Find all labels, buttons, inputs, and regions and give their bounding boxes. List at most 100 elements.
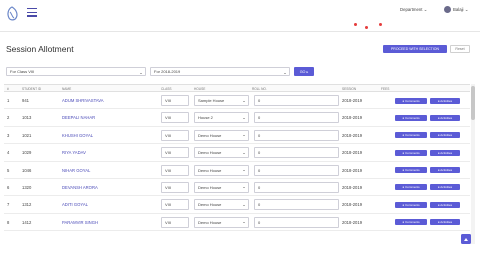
- class-field[interactable]: VIII: [161, 129, 189, 141]
- house-value: Demo House: [198, 184, 222, 190]
- table-row: 6 1320 DEVANSH ARORA VIII Demo House 0 2018-20…: [4, 179, 470, 197]
- house-select[interactable]: Demo House: [194, 129, 249, 141]
- roll-number-value: 0: [258, 202, 261, 208]
- activities-label: ● Activities: [437, 168, 453, 173]
- house-select[interactable]: House 2: [194, 112, 249, 124]
- app-logo-icon[interactable]: [5, 6, 19, 22]
- house-value: Demo House: [198, 167, 222, 173]
- house-select[interactable]: Sample House: [194, 95, 249, 106]
- roll-number-input[interactable]: 0: [254, 164, 339, 176]
- session-value: 2018-2019: [342, 132, 363, 138]
- house-select[interactable]: Demo House: [194, 216, 249, 228]
- student-id: 941: [22, 98, 29, 103]
- student-name-link[interactable]: ADUM SHRIVASTAVA: [62, 98, 104, 103]
- class-filter-select[interactable]: For Class VIII: [6, 67, 146, 76]
- activities-button[interactable]: ● Activities: [430, 114, 460, 121]
- activities-button[interactable]: ● Activities: [430, 219, 460, 226]
- house-value: Demo House: [198, 132, 222, 138]
- session-filter-select[interactable]: For 2018-2019: [150, 67, 290, 76]
- activities-button[interactable]: ● Activities: [430, 132, 460, 139]
- class-field[interactable]: VIII: [161, 164, 189, 176]
- student-id: 1021: [22, 132, 32, 138]
- column-header: SESSION: [342, 87, 357, 91]
- department-label: Department: [400, 7, 423, 12]
- class-field[interactable]: VIII: [161, 181, 189, 193]
- comments-button[interactable]: ● Comments: [395, 149, 427, 156]
- class-value: VIII: [165, 167, 172, 173]
- activities-button[interactable]: ● Activities: [430, 97, 460, 104]
- roll-number-value: 0: [258, 167, 261, 173]
- house-value: Demo House: [198, 219, 222, 225]
- house-select[interactable]: Demo House: [194, 147, 249, 159]
- column-header: STUDENT ID: [22, 87, 42, 91]
- student-name-link[interactable]: DEEPALI NAHAR: [62, 115, 95, 120]
- user-menu[interactable]: Balaji ⌄: [453, 7, 468, 13]
- comments-button[interactable]: ● Comments: [395, 132, 427, 139]
- house-select[interactable]: Demo House: [194, 181, 249, 193]
- student-name-link[interactable]: NIHAR GOYAL: [62, 168, 90, 173]
- table-row: 5 1046 NIHAR GOYAL VIII Demo House 0 2018-2019…: [4, 162, 470, 179]
- row-number: 4: [7, 150, 10, 156]
- table-row: 8 1412 PARAMVIR SINGH VIII Demo House 0 2018-2…: [4, 214, 470, 232]
- row-number: 1: [7, 98, 10, 103]
- class-value: VIII: [165, 202, 172, 208]
- house-select[interactable]: Demo House: [194, 199, 249, 211]
- student-name-link[interactable]: PARAMVIR SINGH: [62, 220, 98, 225]
- activities-button[interactable]: ● Activities: [430, 184, 460, 191]
- student-id: 1013: [22, 115, 32, 121]
- roll-number-input[interactable]: 0: [254, 199, 339, 211]
- row-number: 7: [7, 202, 10, 208]
- department-dropdown[interactable]: Department ⌄: [400, 7, 427, 13]
- hamburger-menu-icon[interactable]: [27, 8, 37, 18]
- activities-button[interactable]: ● Activities: [430, 149, 460, 156]
- comments-button[interactable]: ● Comments: [395, 114, 427, 121]
- scroll-to-top-icon[interactable]: [461, 234, 471, 244]
- student-id: 1029: [22, 150, 32, 156]
- house-select[interactable]: Demo House: [194, 164, 249, 176]
- roll-number-input[interactable]: 0: [254, 129, 339, 141]
- activities-button[interactable]: ● Activities: [430, 167, 460, 174]
- class-field[interactable]: VIII: [161, 147, 189, 159]
- house-value: Demo House: [198, 202, 222, 208]
- row-number: 8: [7, 219, 10, 225]
- student-name-link[interactable]: KHUSHI GOYAL: [62, 133, 93, 138]
- class-field[interactable]: VIII: [161, 216, 189, 228]
- student-id: 1320: [22, 184, 32, 190]
- comments-button[interactable]: ● Comments: [395, 167, 427, 174]
- notification-dots-icon[interactable]: [354, 23, 384, 29]
- session-value: 2018-2019: [342, 184, 363, 190]
- activities-label: ● Activities: [437, 202, 453, 207]
- student-name-link[interactable]: ADITI GOYAL: [62, 202, 88, 207]
- activities-label: ● Activities: [437, 98, 453, 103]
- row-number: 3: [7, 132, 10, 138]
- roll-number-value: 0: [258, 98, 261, 103]
- comments-button[interactable]: ● Comments: [395, 219, 427, 226]
- comments-button[interactable]: ● Comments: [395, 184, 427, 191]
- class-field[interactable]: VIII: [161, 199, 189, 211]
- student-name-link[interactable]: DEVANSH ARORA: [62, 185, 98, 190]
- roll-number-input[interactable]: 0: [254, 181, 339, 193]
- class-field[interactable]: VIII: [161, 95, 189, 106]
- roll-number-input[interactable]: 0: [254, 112, 339, 124]
- class-field[interactable]: VIII: [161, 112, 189, 124]
- comments-button[interactable]: ● Comments: [395, 97, 427, 104]
- comments-button[interactable]: ● Comments: [395, 201, 427, 208]
- scrollbar-thumb[interactable]: [471, 86, 475, 120]
- column-header: #: [7, 87, 9, 91]
- proceed-with-selection-button[interactable]: PROCEED WITH SELECTION: [383, 45, 447, 53]
- students-table: # STUDENT ID NAME CLASS HOUSE ROLL NO. S…: [4, 84, 470, 232]
- top-bar: Department ⌄ Balaji ⌄: [0, 0, 480, 32]
- student-id: 1312: [22, 202, 32, 208]
- comments-label: ● Comments: [402, 202, 420, 207]
- chevron-down-icon: ⌄: [464, 7, 469, 12]
- roll-number-input[interactable]: 0: [254, 95, 339, 106]
- roll-number-input[interactable]: 0: [254, 216, 339, 228]
- roll-number-value: 0: [258, 219, 261, 225]
- activities-button[interactable]: ● Activities: [430, 201, 460, 208]
- roll-number-input[interactable]: 0: [254, 147, 339, 159]
- student-name-link[interactable]: RIYA YADAV: [62, 150, 86, 155]
- reset-button[interactable]: Reset: [450, 45, 470, 53]
- avatar[interactable]: [444, 6, 451, 13]
- go-button[interactable]: GO ▸: [294, 67, 314, 76]
- comments-label: ● Comments: [402, 150, 420, 155]
